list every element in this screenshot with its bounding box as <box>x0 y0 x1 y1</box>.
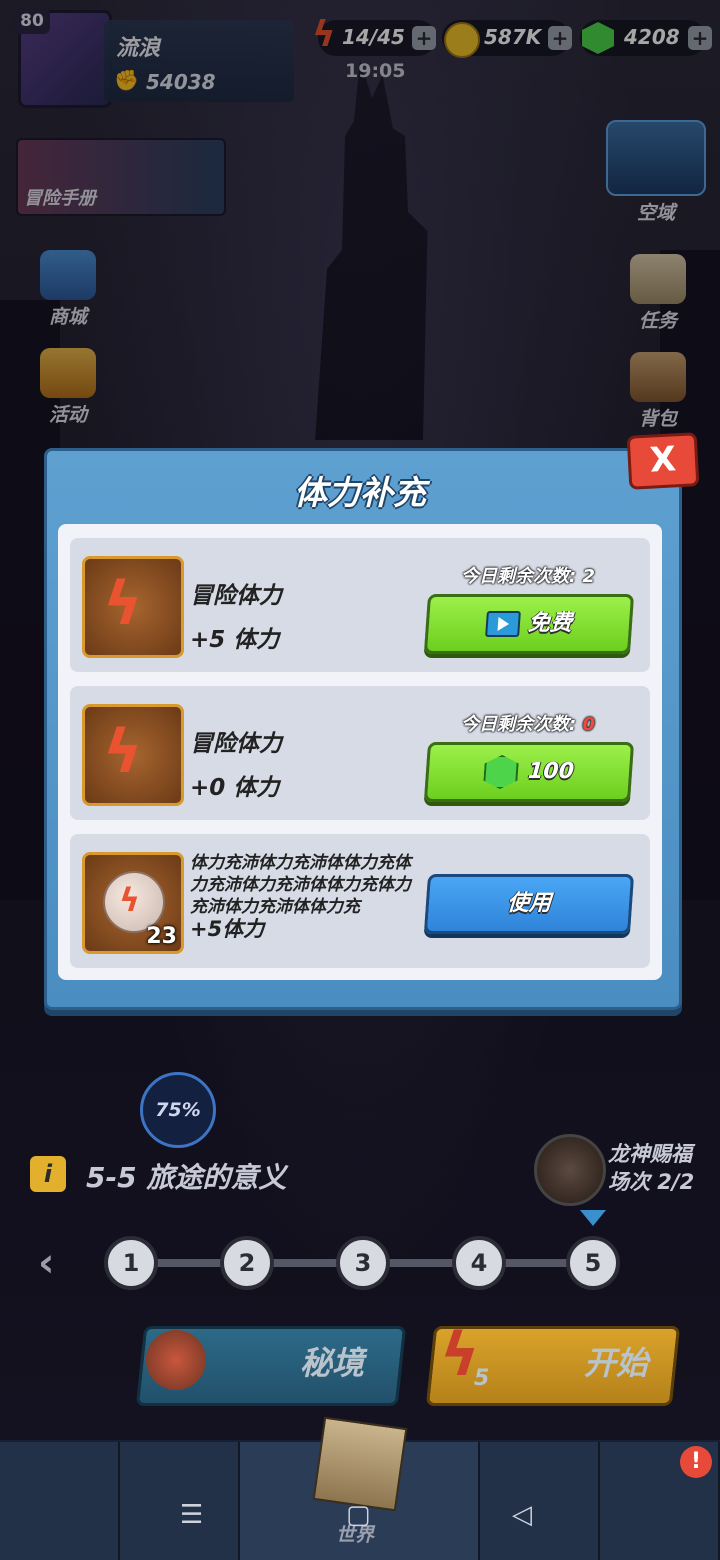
stage-title: 5-5 旅途的意义 <box>86 1161 287 1194</box>
video-icon <box>485 611 521 637</box>
dialog-title: 体力补充 <box>294 473 426 512</box>
previous-chapter-arrow[interactable]: ‹ <box>38 1240 54 1286</box>
menu-icon[interactable]: ☰ <box>180 1500 203 1530</box>
potion-description: 体力充沛体力充沛体体力充体力充沛体力充沛体体力充体力充沛体力充沛体体力充 +5体… <box>190 852 420 942</box>
remaining-label: 今日剩余次数: <box>460 714 577 735</box>
dragon-blessing-label: 龙神赐福 <box>608 1142 692 1166</box>
dragon-blessing: 龙神赐福 场次 2/2 <box>608 1140 694 1196</box>
gem-icon <box>483 755 519 789</box>
back-icon[interactable]: ◁ <box>512 1500 532 1530</box>
remaining-number: 2 <box>582 566 595 587</box>
tab-character[interactable] <box>480 1442 600 1560</box>
stage-node-1[interactable]: 1 <box>104 1236 158 1290</box>
progress-badge: 75% <box>140 1072 216 1148</box>
item-amount: +5 体力 <box>190 627 280 653</box>
secret-realm-label: 秘境 <box>300 1344 365 1382</box>
free-video-button[interactable]: 免费 <box>423 594 635 654</box>
energy-potion-item: ϟ 23 <box>82 852 184 954</box>
close-button[interactable]: X <box>626 432 700 490</box>
item-name: 冒险体力 <box>190 583 282 609</box>
remaining-label: 今日剩余次数: <box>460 566 577 587</box>
gem-price-label: 100 <box>527 759 575 784</box>
tab-hero[interactable] <box>0 1442 120 1560</box>
remaining-count: 今日剩余次数: 0 <box>430 710 626 736</box>
stage-node-3[interactable]: 3 <box>336 1236 390 1290</box>
use-button[interactable]: 使用 <box>423 874 635 934</box>
item-quantity: 23 <box>146 924 177 949</box>
energy-item-icon: ϟ <box>82 704 184 806</box>
info-icon[interactable]: i <box>30 1156 66 1192</box>
stage-node-5[interactable]: 5 <box>566 1236 620 1290</box>
lightning-icon: ϟ <box>103 717 143 787</box>
start-cost: 5 <box>474 1366 490 1391</box>
potion-amount: +5体力 <box>190 917 265 941</box>
remaining-count: 今日剩余次数: 2 <box>430 562 626 588</box>
stage-node-4[interactable]: 4 <box>452 1236 506 1290</box>
item-amount: +0 体力 <box>190 775 280 801</box>
lightning-icon: ϟ <box>103 569 143 639</box>
free-button-label: 免费 <box>527 611 573 636</box>
dragon-blessing-count: 场次 2/2 <box>608 1170 695 1194</box>
dragon-blessing-icon[interactable] <box>534 1134 606 1206</box>
start-label: 开始 <box>584 1344 649 1382</box>
energy-item-icon: ϟ <box>82 556 184 658</box>
remaining-number: 0 <box>582 714 595 735</box>
home-icon[interactable]: ▢ <box>346 1500 371 1530</box>
current-stage-marker <box>580 1210 606 1226</box>
stage-node-2[interactable]: 2 <box>220 1236 274 1290</box>
target-icon <box>146 1330 206 1390</box>
notification-badge-icon: ! <box>680 1446 712 1478</box>
item-name: 冒险体力 <box>190 731 282 757</box>
potion-desc-text: 体力充沛体力充沛体体力充体力充沛体力充沛体体力充体力充沛体力充沛体体力充 <box>190 853 411 917</box>
lightning-icon: ϟ <box>119 881 141 919</box>
gem-purchase-button[interactable]: 100 <box>423 742 635 802</box>
world-map-icon <box>312 1416 408 1512</box>
